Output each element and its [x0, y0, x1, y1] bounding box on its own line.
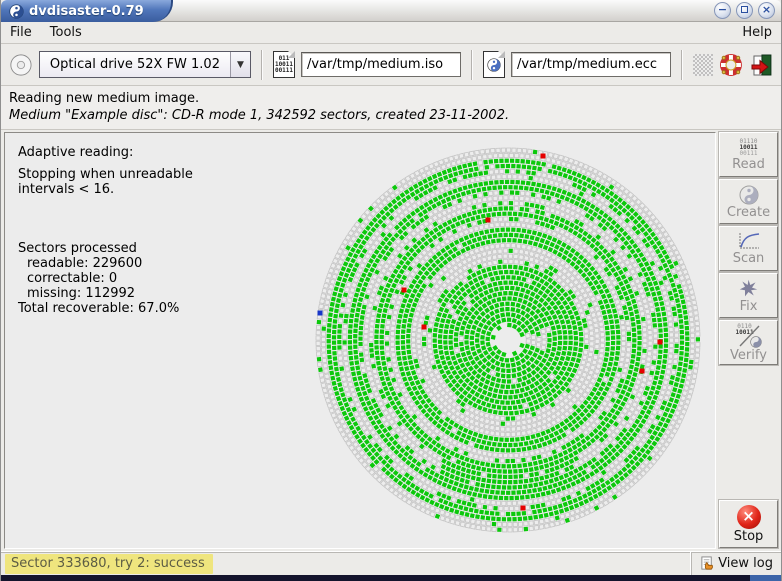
toolbar-separator: [471, 50, 473, 80]
status-header: Reading new medium image. Medium "Exampl…: [1, 86, 781, 130]
iso-file-icon: 011 10011 00111: [273, 51, 295, 78]
menu-file[interactable]: File: [1, 23, 41, 42]
reading-panel: Adaptive reading: Stopping when unreadab…: [4, 132, 716, 549]
title-tab[interactable]: dvdisaster-0.79: [1, 0, 173, 22]
stop-button[interactable]: × Stop: [719, 500, 778, 548]
create-yinyang-icon: [739, 185, 759, 205]
view-log-label: View log: [718, 556, 773, 571]
fix-button-label: Fix: [740, 300, 758, 313]
adaptive-reading-info: Adaptive reading: Stopping when unreadab…: [18, 145, 193, 316]
view-log-icon: [700, 556, 715, 571]
sectors-processed-title: Sectors processed: [18, 241, 193, 256]
toolbar: Optical drive 52X FW 1.02 ▼ 011 10011 00…: [1, 44, 781, 86]
create-button-label: Create: [727, 206, 770, 219]
read-binary-icon: 01110 10011 00111: [739, 139, 757, 157]
verify-button-label: Verify: [730, 349, 767, 362]
help-lifebuoy-button[interactable]: [719, 52, 743, 78]
iso-path-input[interactable]: [301, 52, 461, 77]
action-sidebar: 01110 10011 00111 Read Create: [717, 130, 781, 551]
correctable-count: correctable: 0: [18, 271, 193, 286]
verify-icon: 0110 10011: [736, 324, 762, 348]
sidebar-spacer: [719, 367, 778, 500]
fix-button[interactable]: Fix: [719, 273, 778, 318]
maximize-button[interactable]: [736, 2, 753, 19]
drive-select[interactable]: Optical drive 52X FW 1.02 ▼: [39, 51, 251, 78]
ecc-path-input[interactable]: [511, 52, 671, 77]
toolbar-separator: [261, 50, 263, 80]
stop-icon: ×: [737, 505, 761, 529]
menu-help[interactable]: Help: [733, 23, 781, 42]
app-logo-yinyang-icon: [9, 4, 24, 19]
read-button[interactable]: 01110 10011 00111 Read: [719, 132, 778, 177]
chevron-down-icon[interactable]: ▼: [230, 52, 250, 77]
menu-tools[interactable]: Tools: [41, 23, 91, 42]
iso-icon-bits-3: 00111: [275, 68, 293, 74]
stop-button-label: Stop: [734, 530, 764, 543]
ecc-file-icon: [483, 51, 505, 78]
maximize-icon: [741, 6, 748, 13]
total-recoverable: Total recoverable: 67.0%: [18, 301, 193, 316]
create-button[interactable]: Create: [719, 179, 778, 224]
readable-count: readable: 229600: [18, 256, 193, 271]
title-bar: dvdisaster-0.79 − ×: [1, 0, 781, 22]
menu-bar: File Tools Help: [1, 22, 781, 44]
missing-count: missing: 112992: [18, 286, 193, 301]
minimize-button[interactable]: −: [714, 2, 731, 19]
view-log-button[interactable]: View log: [691, 552, 777, 575]
verify-button[interactable]: 0110 10011 Verify: [719, 320, 778, 365]
window-bottom-border: [1, 575, 781, 581]
fix-splash-icon: [738, 278, 759, 299]
stopping-text-2: intervals < 16.: [18, 182, 193, 197]
ecc-yinyang-icon: [487, 58, 501, 72]
preferences-button-disabled-icon: [693, 54, 713, 76]
status-line-1: Reading new medium image.: [9, 91, 771, 106]
read-button-label: Read: [732, 158, 765, 171]
adaptive-reading-title: Adaptive reading:: [18, 145, 193, 160]
scan-button-label: Scan: [733, 252, 765, 265]
status-line-2: Medium "Example disc": CD-R mode 1, 3425…: [9, 108, 771, 123]
scan-button[interactable]: Scan: [719, 226, 778, 271]
close-button[interactable]: ×: [758, 2, 775, 19]
sector-status-message: Sector 333680, try 2: success: [5, 554, 213, 574]
drive-select-value: Optical drive 52X FW 1.02: [40, 57, 230, 72]
exit-button[interactable]: [749, 52, 773, 78]
scan-graph-icon: [737, 232, 761, 251]
stopping-text-1: Stopping when unreadable: [18, 167, 193, 182]
toolbar-separator: [681, 50, 683, 80]
window-title: dvdisaster-0.79: [29, 4, 144, 19]
app-window: dvdisaster-0.79 − × File Tools Help Opti…: [0, 0, 782, 581]
status-bar: Sector 333680, try 2: success View log: [1, 551, 781, 575]
cd-drive-icon: [9, 52, 33, 78]
